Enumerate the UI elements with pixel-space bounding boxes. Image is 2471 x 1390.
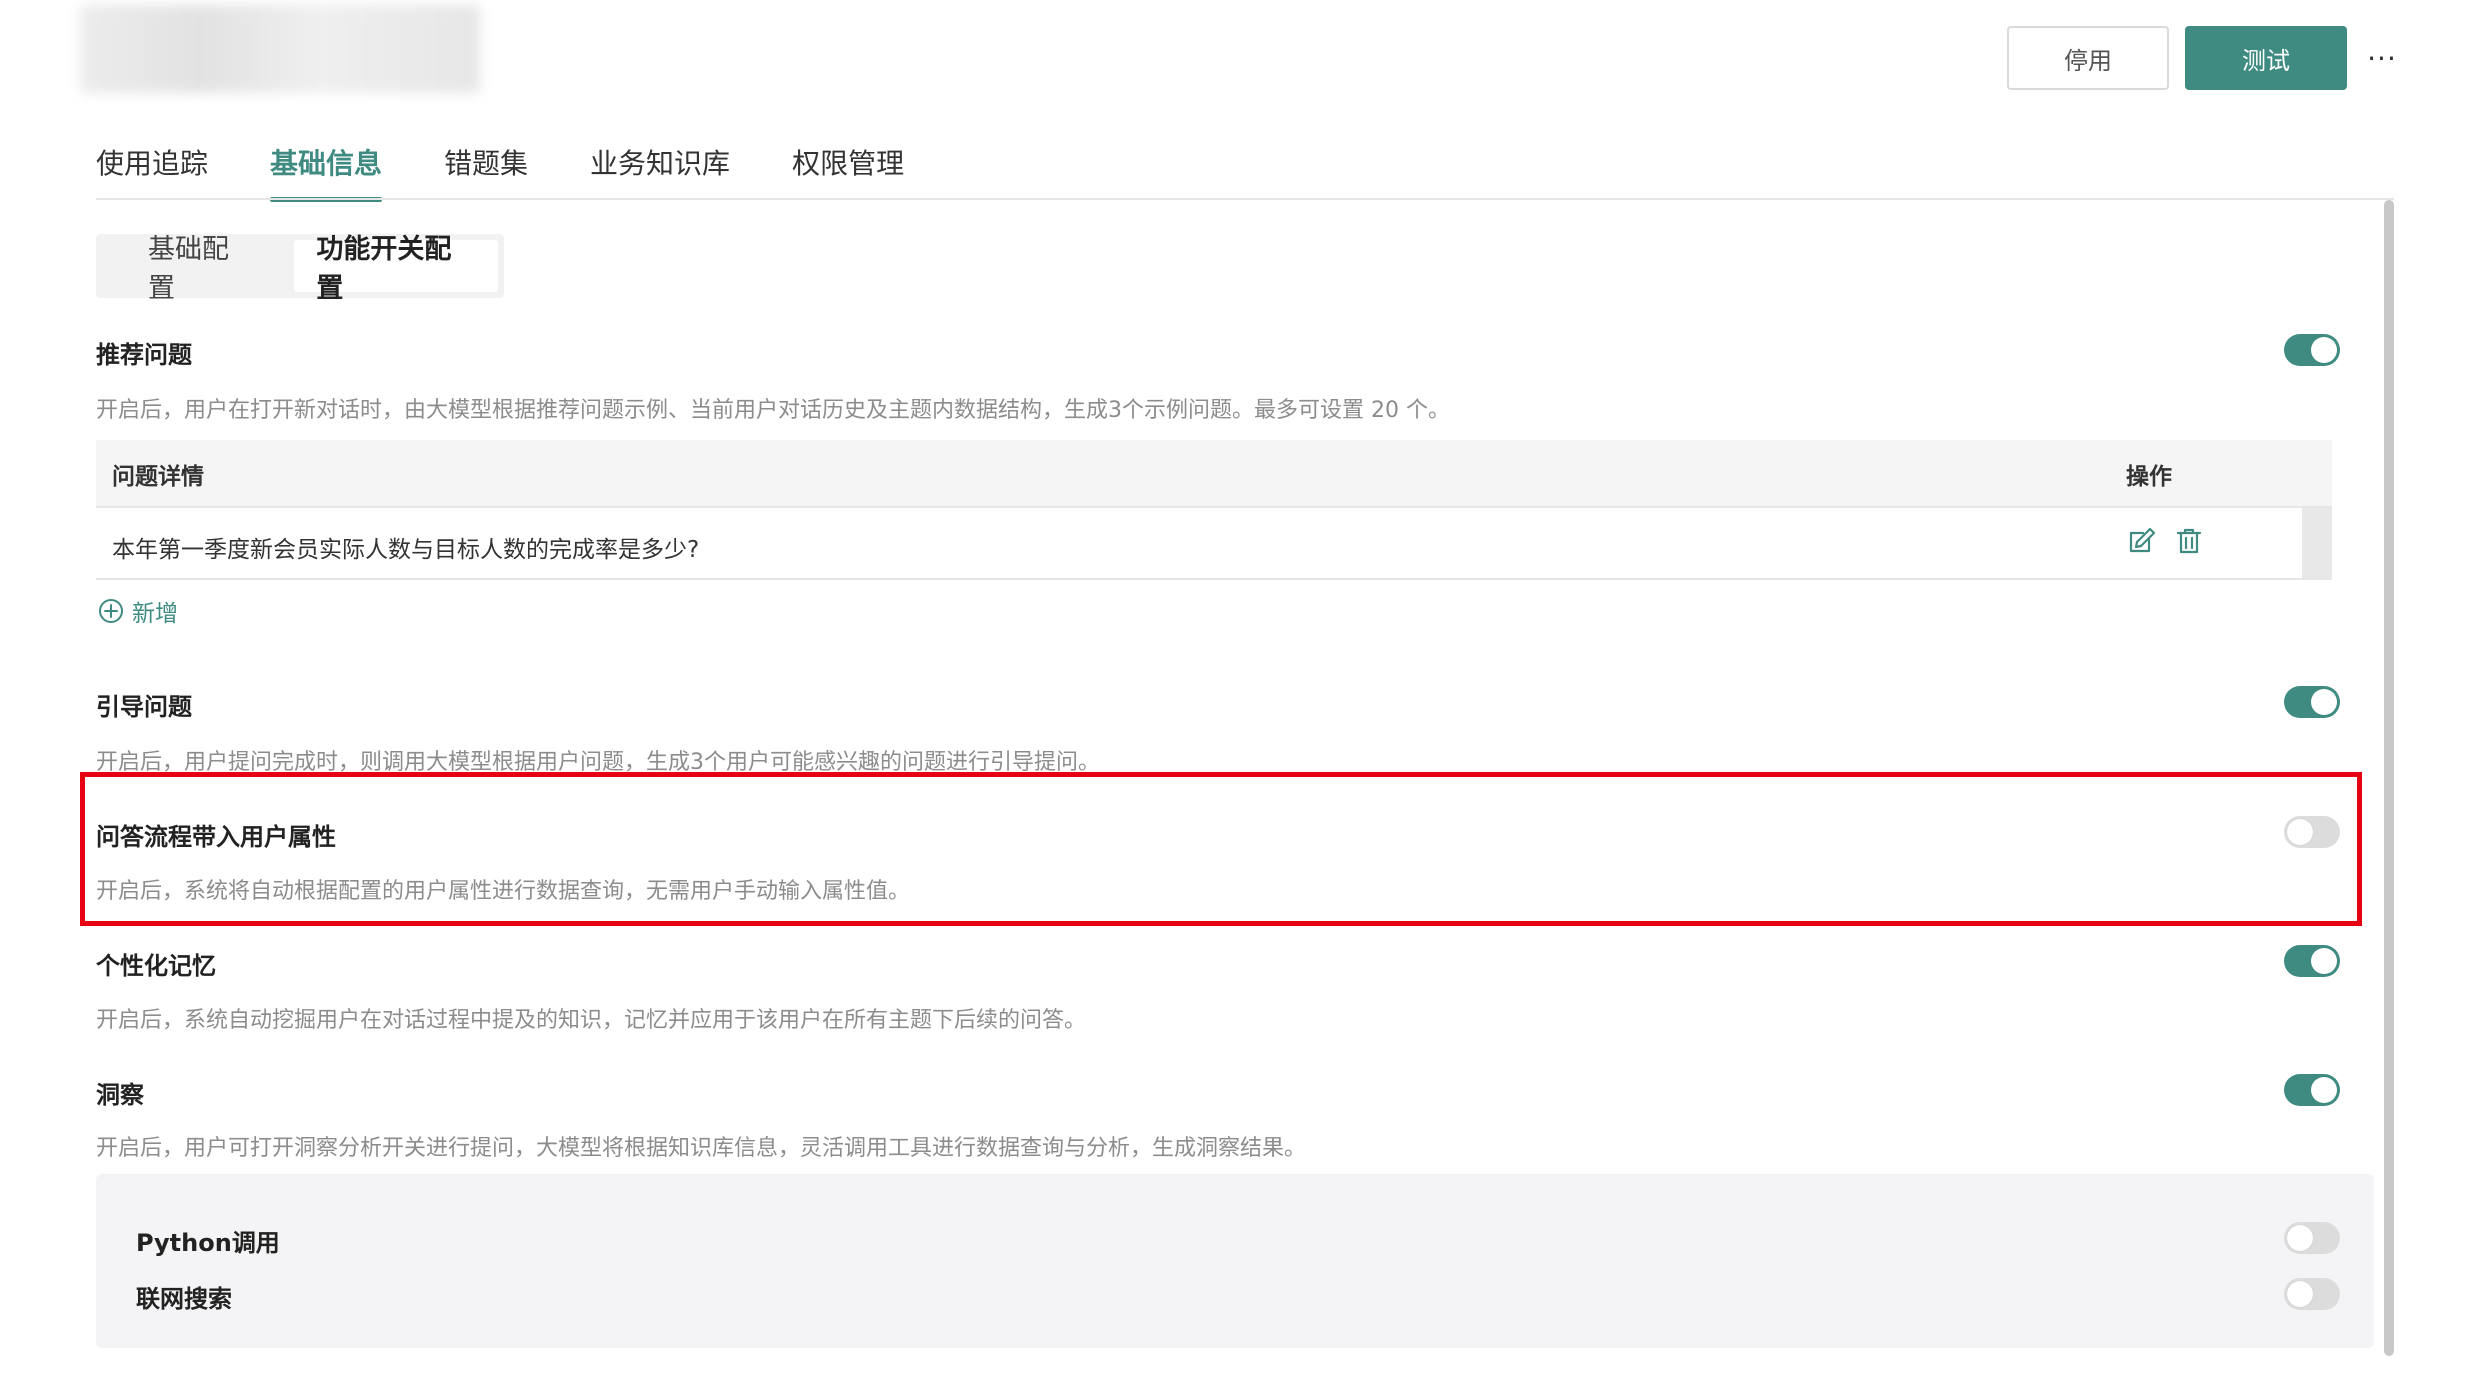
memory-toggle[interactable] [2284,945,2340,977]
toggle-knob [2287,1281,2313,1307]
toggle-knob [2311,1077,2337,1103]
toggle-knob [2311,689,2337,715]
test-button[interactable]: 测试 [2185,26,2347,90]
tab-basic-info[interactable]: 基础信息 [270,124,383,202]
main-tabs: 使用追踪 基础信息 错题集 业务知识库 权限管理 [96,124,966,202]
python-call-toggle[interactable] [2284,1222,2340,1254]
guide-title: 引导问题 [96,693,192,721]
guide-toggle[interactable] [2284,686,2340,718]
add-question-button[interactable]: 新增 [98,596,178,627]
table-header-divider [96,506,2332,508]
toggle-knob [2287,1225,2313,1251]
recommend-toggle[interactable] [2284,334,2340,366]
tab-usage-tracking[interactable]: 使用追踪 [96,124,208,200]
toggle-knob [2311,337,2337,363]
table-row-question: 本年第一季度新会员实际人数与目标人数的完成率是多少? [112,537,700,563]
delete-icon[interactable] [2174,526,2204,556]
insight-desc: 开启后，用户可打开洞察分析开关进行提问，大模型将根据知识库信息，灵活调用工具进行… [96,1136,1307,1161]
toggle-knob [2287,819,2313,845]
col-question-header: 问题详情 [112,464,204,490]
subtab-basic-config[interactable]: 基础配置 [102,234,294,304]
question-table-header [96,440,2332,506]
insight-subpanel [96,1174,2374,1348]
tab-business-knowledge[interactable]: 业务知识库 [590,124,730,200]
insight-toggle[interactable] [2284,1074,2340,1106]
web-search-label: 联网搜索 [136,1285,232,1313]
add-label: 新增 [132,601,178,627]
toggle-knob [2311,948,2337,974]
web-search-toggle[interactable] [2284,1278,2340,1310]
recommend-title: 推荐问题 [96,341,192,369]
recommend-desc: 开启后，用户在打开新对话时，由大模型根据推荐问题示例、当前用户对话历史及主题内数… [96,398,1450,423]
table-row-divider [96,578,2332,580]
table-scroll-track[interactable] [2302,508,2332,578]
memory-title: 个性化记忆 [96,952,216,980]
tab-error-set[interactable]: 错题集 [444,124,528,200]
subtab-feature-switch-config[interactable]: 功能开关配置 [294,234,498,304]
insight-title: 洞察 [96,1081,144,1109]
scrollbar[interactable] [2384,200,2394,1356]
python-call-label: Python调用 [136,1229,280,1257]
user-attr-title: 问答流程带入用户属性 [96,823,336,851]
sub-tabs: 基础配置 功能开关配置 [96,234,504,304]
plus-circle-icon [99,599,123,623]
disable-button[interactable]: 停用 [2007,26,2169,90]
app-title-blurred [80,5,480,93]
tabs-divider [96,198,2394,200]
tab-permission[interactable]: 权限管理 [792,124,904,200]
more-icon[interactable]: ··· [2360,36,2404,80]
edit-icon[interactable] [2126,526,2156,556]
user-attr-toggle[interactable] [2284,816,2340,848]
col-action-header: 操作 [2126,464,2172,490]
memory-desc: 开启后，系统自动挖掘用户在对话过程中提及的知识，记忆并应用于该用户在所有主题下后… [96,1008,1087,1033]
user-attr-desc: 开启后，系统将自动根据配置的用户属性进行数据查询，无需用户手动输入属性值。 [96,879,911,904]
